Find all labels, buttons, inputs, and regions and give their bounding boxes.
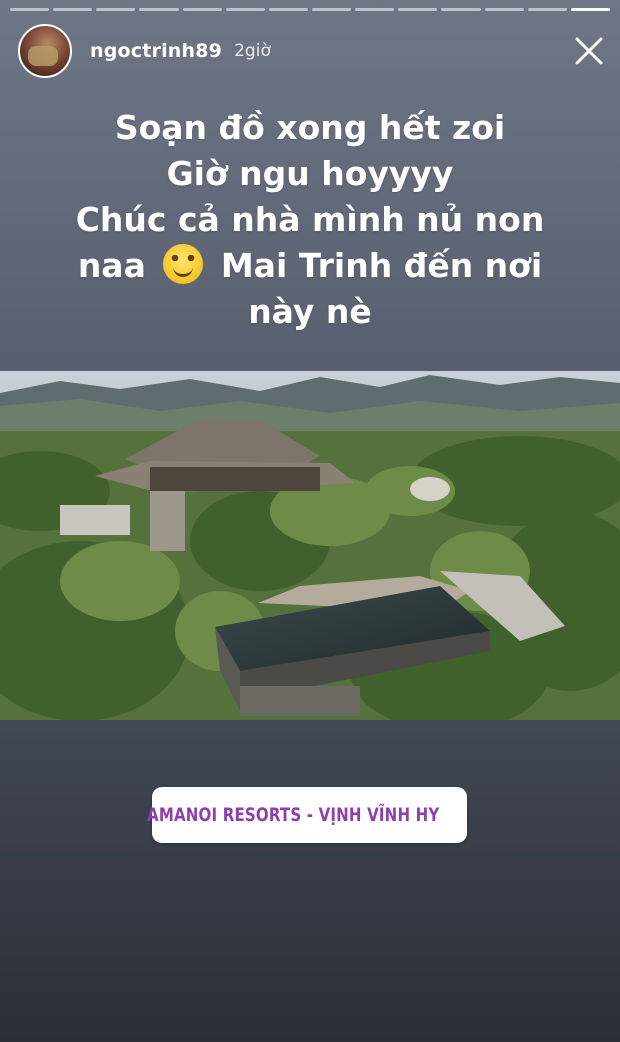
location-name: AMANOI RESORTS - VỊNH VĨNH HY xyxy=(147,804,440,826)
progress-segment xyxy=(268,8,308,11)
caption-line: naa Mai Trinh đến nơi xyxy=(20,243,600,289)
location-sticker[interactable]: AMANOI RESORTS - VỊNH VĨNH HY xyxy=(147,787,467,843)
progress-segment xyxy=(311,8,352,11)
smiling-face-emoji-icon xyxy=(163,244,204,284)
progress-segment xyxy=(96,8,136,11)
progress-segment-current xyxy=(570,8,610,11)
progress-segment xyxy=(398,8,438,11)
progress-segment xyxy=(182,8,222,11)
post-time: 2giờ xyxy=(234,41,271,61)
progress-segment xyxy=(527,8,567,11)
story-header: ngoctrinh89 2giờ xyxy=(18,22,606,80)
progress-segment xyxy=(441,8,481,11)
progress-segment xyxy=(139,8,179,11)
progress-segment xyxy=(225,8,265,11)
resort-aerial-photo xyxy=(0,371,620,720)
progress-segment xyxy=(53,8,93,11)
avatar[interactable] xyxy=(18,24,72,78)
progress-segment xyxy=(10,8,50,11)
progress-segment xyxy=(484,8,524,11)
story-progress-bar xyxy=(10,8,610,11)
caption-fragment: Mai Trinh đến nơi xyxy=(220,246,543,285)
caption-line: Giờ ngu hoyyyy xyxy=(166,154,454,193)
caption-fragment: naa xyxy=(77,246,146,285)
caption-line: Chúc cả nhà mình nủ non xyxy=(75,200,545,239)
caption-line: này nè xyxy=(248,292,372,331)
username[interactable]: ngoctrinh89 xyxy=(90,40,222,62)
close-icon[interactable] xyxy=(572,34,606,68)
story-caption: Soạn đồ xong hết zoi Giờ ngu hoyyyy Chúc… xyxy=(20,105,600,335)
progress-segment xyxy=(355,8,395,11)
caption-line: Soạn đồ xong hết zoi xyxy=(114,108,506,147)
